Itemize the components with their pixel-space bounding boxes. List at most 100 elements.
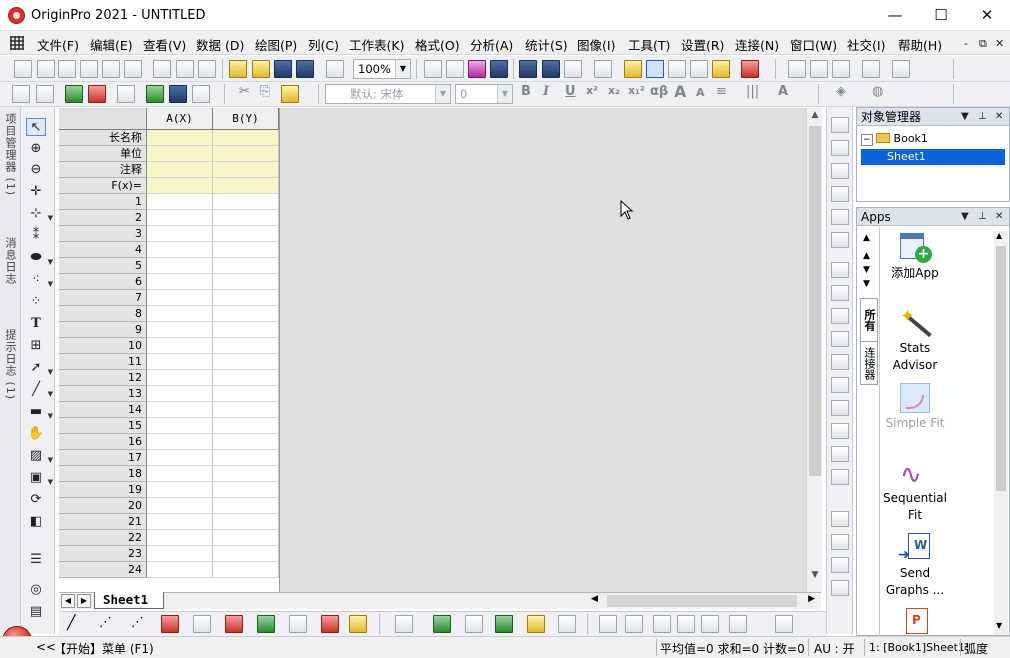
data-cell[interactable] <box>213 242 279 258</box>
minimize-button[interactable]: — <box>872 0 918 31</box>
object-icon[interactable]: ◧ <box>26 513 46 531</box>
layer-icon[interactable] <box>192 85 210 103</box>
new-excel-icon[interactable] <box>198 60 216 78</box>
copy-icon[interactable]: ⎘ <box>260 84 270 99</box>
command-window-icon[interactable] <box>646 60 664 78</box>
data-cell[interactable] <box>213 306 279 322</box>
insert-table-icon[interactable]: ⊞ <box>26 337 46 355</box>
open-icon[interactable] <box>229 60 247 78</box>
zoom-select[interactable]: 100% ▼ <box>353 59 411 79</box>
group-icon[interactable] <box>831 511 849 527</box>
header-cell[interactable] <box>213 146 279 162</box>
cut-icon[interactable]: ✂ <box>239 84 250 99</box>
font-size-select[interactable]: 0 ▼ <box>455 84 513 104</box>
cluster-icon[interactable] <box>677 615 695 633</box>
project-explorer-icon[interactable] <box>594 60 612 78</box>
data-cell[interactable] <box>147 402 213 418</box>
align-left-icon[interactable] <box>831 377 849 393</box>
prev-sheet-icon[interactable]: ◀ <box>61 594 75 608</box>
heatmap-icon[interactable] <box>527 615 545 633</box>
box-chart-icon[interactable] <box>225 615 243 633</box>
supersubscript-button[interactable]: x₁² <box>628 84 645 97</box>
data-cell[interactable] <box>147 242 213 258</box>
new-project-icon[interactable] <box>14 60 32 78</box>
tab-project-explorer[interactable]: 项目管理器 (1) <box>2 113 18 196</box>
menu-tools[interactable]: 工具(T) <box>628 35 670 54</box>
back-icon[interactable] <box>831 580 849 596</box>
column-header-a[interactable]: A(X) <box>147 108 213 130</box>
menu-worksheet[interactable]: 工作表(K) <box>349 35 404 54</box>
row-number[interactable]: 16 <box>59 434 147 450</box>
text-tool-icon[interactable]: T <box>26 315 46 333</box>
axis-icon[interactable] <box>831 117 849 133</box>
legend-icon[interactable] <box>831 232 849 248</box>
align-top-icon[interactable] <box>831 423 849 439</box>
line-symbol-plot-icon[interactable]: ⋰ <box>131 615 144 630</box>
header-cell[interactable] <box>213 130 279 146</box>
menu-data[interactable]: 数据 (D) <box>196 35 244 54</box>
row-number[interactable]: 3 <box>59 226 147 242</box>
menu-settings[interactable]: 设置(R) <box>681 35 724 54</box>
insert-image-icon[interactable]: ▣ ▼ <box>26 469 53 487</box>
data-cursor-icon[interactable]: ⁑ <box>26 227 46 245</box>
duplicate-icon[interactable] <box>542 60 560 78</box>
app-sequential-fit[interactable]: ∿ Sequential Fit <box>883 456 947 524</box>
data-cell[interactable] <box>147 194 213 210</box>
horizontal-scrollbar[interactable]: ◀ ▶ <box>589 593 817 609</box>
data-cell[interactable] <box>213 370 279 386</box>
new-matrix-icon[interactable] <box>102 60 120 78</box>
bold-button[interactable]: B <box>521 84 531 99</box>
origin-logo-icon[interactable] <box>8 7 25 24</box>
panel-close-icon[interactable]: ✕ <box>995 208 1003 226</box>
import-icon[interactable] <box>12 85 30 103</box>
data-cell[interactable] <box>213 562 279 578</box>
copy-page-icon[interactable] <box>468 60 486 78</box>
row-number[interactable]: 17 <box>59 450 147 466</box>
data-cell[interactable] <box>213 482 279 498</box>
header-cell[interactable] <box>147 146 213 162</box>
add-data-icon[interactable] <box>65 85 83 103</box>
area-plot-icon[interactable] <box>257 615 275 633</box>
row-number[interactable]: 5 <box>59 258 147 274</box>
new-graph-icon[interactable] <box>80 60 98 78</box>
apps-scroll-thumb[interactable] <box>996 246 1006 491</box>
layer-1-icon[interactable] <box>831 262 849 278</box>
template-icon[interactable] <box>349 615 367 633</box>
new-layout-icon[interactable] <box>153 60 171 78</box>
row-number[interactable]: 8 <box>59 306 147 322</box>
row-number[interactable]: 2 <box>59 210 147 226</box>
row-number[interactable]: 18 <box>59 466 147 482</box>
app-simple-fit[interactable]: Simple Fit <box>883 381 947 432</box>
data-cell[interactable] <box>147 386 213 402</box>
header-cell[interactable] <box>147 178 213 194</box>
corner-cell[interactable] <box>59 108 147 130</box>
zoom-out-icon[interactable]: ⊖ <box>26 161 46 179</box>
scroll-right-icon[interactable]: ▶ <box>808 594 815 604</box>
data-cell[interactable] <box>147 306 213 322</box>
arrow-tool-icon[interactable]: ➚ ▼ <box>26 359 53 377</box>
font-family-select[interactable]: 默认: 宋体 ▼ <box>325 84 451 104</box>
apps-scrollbar[interactable]: ▲ ▼ <box>994 231 1008 635</box>
menu-analysis[interactable]: 分析(A) <box>470 35 513 54</box>
arrange-icon[interactable] <box>831 354 849 370</box>
split-icon[interactable] <box>701 615 719 633</box>
plot-settings-icon[interactable] <box>169 85 187 103</box>
refresh-icon[interactable] <box>519 60 537 78</box>
tab-smart-hint-log[interactable]: 提示日志 (1) <box>2 329 18 400</box>
new-function-icon[interactable] <box>124 60 142 78</box>
row-number[interactable]: 14 <box>59 402 147 418</box>
row-number[interactable]: 15 <box>59 418 147 434</box>
data-cell[interactable] <box>213 530 279 546</box>
panel-close-icon[interactable]: ✕ <box>995 108 1003 126</box>
menu-edit[interactable]: 编辑(E) <box>90 35 133 54</box>
layer-panel-icon[interactable]: ☰ <box>26 551 46 569</box>
hand-tool-icon[interactable]: ✋ <box>26 425 46 443</box>
regional-mask-icon[interactable]: ⁖ ▼ <box>26 271 53 289</box>
underline-button[interactable]: U <box>565 84 576 99</box>
row-number[interactable]: 21 <box>59 514 147 530</box>
data-cell[interactable] <box>213 290 279 306</box>
data-cell[interactable] <box>213 322 279 338</box>
data-cell[interactable] <box>213 354 279 370</box>
rescale-y-icon[interactable] <box>831 186 849 202</box>
3d-plot-icon[interactable] <box>395 615 413 633</box>
